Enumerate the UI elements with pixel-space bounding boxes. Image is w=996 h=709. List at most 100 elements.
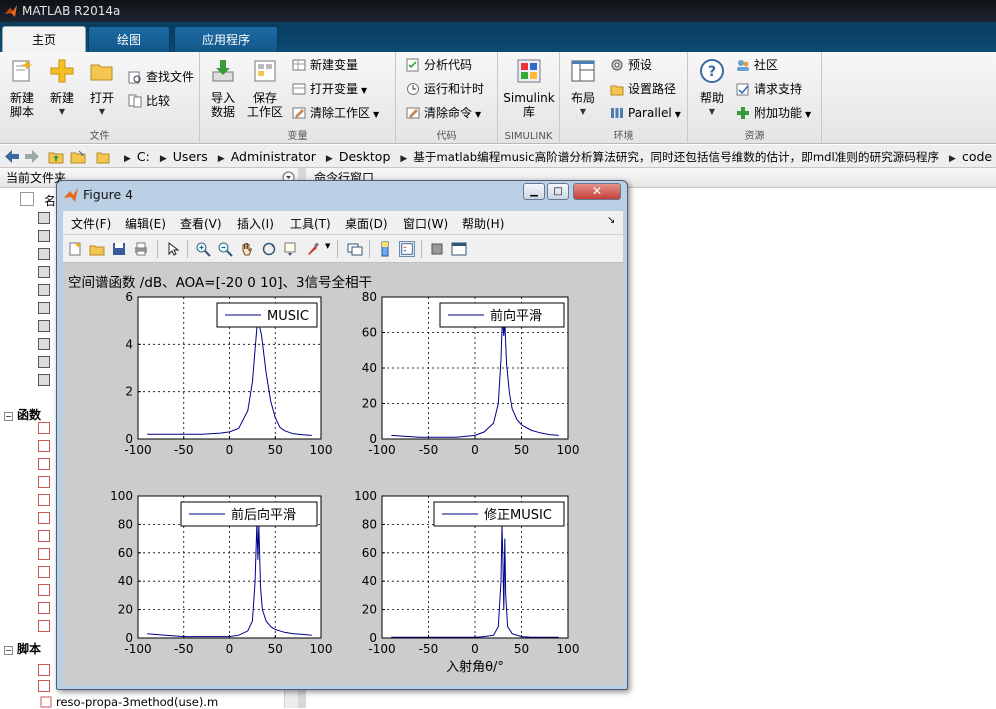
mat-file-icon[interactable] — [38, 230, 50, 242]
rotate-3d-icon[interactable] — [261, 241, 277, 257]
zoom-out-icon[interactable] — [217, 241, 233, 257]
find-files-button[interactable]: 查找文件 — [128, 68, 194, 86]
open-variable-button[interactable]: 打开变量 ▼ — [292, 80, 367, 98]
link-plot-icon[interactable] — [347, 241, 363, 257]
simulink-library-button[interactable]: Simulink 库 — [502, 58, 556, 119]
parallel-dropdown-icon[interactable]: ▼ — [675, 110, 681, 119]
back-arrow-icon[interactable] — [4, 149, 20, 164]
brush-icon[interactable] — [305, 241, 321, 257]
open-variable-dropdown-icon[interactable]: ▼ — [361, 86, 367, 95]
m-file-icon[interactable] — [38, 620, 50, 632]
pan-hand-icon[interactable] — [239, 241, 255, 257]
browse-folder-icon[interactable] — [70, 149, 86, 164]
new-figure-icon[interactable] — [67, 241, 83, 257]
open-button[interactable]: 打开 ▼ — [84, 58, 120, 119]
m-file-icon[interactable] — [38, 602, 50, 614]
breadcrumb-desktop[interactable]: Desktop — [339, 149, 391, 164]
mat-file-icon[interactable] — [38, 266, 50, 278]
add-ons-dropdown-icon[interactable]: ▼ — [805, 110, 811, 119]
m-file-icon[interactable] — [38, 476, 50, 488]
analyze-code-button[interactable]: 分析代码 — [406, 56, 472, 74]
help-button[interactable]: ? 帮助 ▼ — [694, 58, 730, 119]
m-file-icon[interactable] — [38, 664, 50, 676]
menu-window[interactable]: 窗口(W) — [403, 215, 448, 232]
m-file-icon[interactable] — [38, 584, 50, 596]
preferences-button[interactable]: 预设 — [610, 56, 652, 74]
m-file-icon[interactable] — [38, 458, 50, 470]
breadcrumb-users[interactable]: Users — [173, 149, 208, 164]
menu-tools[interactable]: 工具(T) — [290, 215, 331, 232]
compare-button[interactable]: 比较 — [128, 92, 170, 110]
mat-file-icon[interactable] — [38, 284, 50, 296]
mat-file-icon[interactable] — [38, 320, 50, 332]
tab-plots[interactable]: 绘图 — [88, 26, 170, 52]
folder-open-icon — [90, 64, 113, 81]
show-plot-tools-icon[interactable] — [451, 241, 467, 257]
menu-view[interactable]: 查看(V) — [180, 215, 222, 232]
new-script-button[interactable]: 新建 脚本 — [4, 58, 40, 119]
maximize-button[interactable]: □ — [547, 183, 569, 200]
breadcrumb-administrator[interactable]: Administrator — [231, 149, 316, 164]
m-file-icon[interactable] — [38, 440, 50, 452]
mat-file-icon[interactable] — [38, 302, 50, 314]
parallel-button[interactable]: Parallel ▼ — [610, 104, 681, 122]
legend-icon[interactable] — [399, 241, 415, 257]
tab-apps[interactable]: 应用程序 — [174, 26, 278, 52]
m-file-icon[interactable] — [38, 494, 50, 506]
mat-file-icon[interactable] — [38, 248, 50, 260]
forward-arrow-icon[interactable] — [24, 149, 40, 164]
close-button[interactable]: ✕ — [573, 183, 621, 200]
menu-help[interactable]: 帮助(H) — [462, 215, 504, 232]
minimize-button[interactable]: ▁ — [523, 183, 545, 200]
m-file-icon[interactable] — [38, 566, 50, 578]
m-file-icon[interactable] — [38, 530, 50, 542]
breadcrumb-code[interactable]: code — [962, 149, 992, 164]
clear-workspace-button[interactable]: 清除工作区 ▼ — [292, 104, 379, 122]
svg-text:?: ? — [708, 64, 716, 80]
clear-commands-dropdown-icon[interactable]: ▼ — [475, 110, 481, 119]
print-icon[interactable] — [133, 241, 149, 257]
name-column-header[interactable]: 名 — [44, 192, 56, 209]
menu-file[interactable]: 文件(F) — [71, 215, 111, 232]
file-list-item[interactable]: reso-propa-3method(use).m — [40, 695, 218, 709]
m-file-icon[interactable] — [38, 512, 50, 524]
new-button[interactable]: 新建 ▼ — [44, 58, 80, 119]
m-file-icon[interactable] — [38, 548, 50, 560]
zoom-in-icon[interactable] — [195, 241, 211, 257]
add-ons-button[interactable]: 附加功能 ▼ — [736, 104, 811, 122]
m-file-icon[interactable] — [38, 422, 50, 434]
clear-commands-button[interactable]: 清除命令 ▼ — [406, 104, 481, 122]
mat-file-icon[interactable] — [38, 374, 50, 386]
request-support-button[interactable]: 请求支持 — [736, 80, 802, 98]
breadcrumb-project[interactable]: 基于matlab编程music高阶谱分析算法研究，同时还包括信号维数的估计，即m… — [413, 150, 939, 164]
save-icon[interactable] — [111, 241, 127, 257]
tab-home[interactable]: 主页 — [2, 26, 86, 52]
menu-edit[interactable]: 编辑(E) — [125, 215, 166, 232]
pointer-icon[interactable] — [165, 241, 181, 257]
m-file-icon[interactable] — [38, 680, 50, 692]
functions-group-label[interactable]: − 函数 — [4, 406, 41, 423]
mat-file-icon[interactable] — [38, 356, 50, 368]
scripts-group-label[interactable]: − 脚本 — [4, 640, 41, 657]
save-workspace-button[interactable]: 保存 工作区 — [246, 58, 284, 119]
open-file-icon[interactable] — [89, 241, 105, 257]
brush-dropdown-icon[interactable]: ▼ — [325, 242, 330, 250]
set-path-button[interactable]: 设置路径 — [610, 80, 676, 98]
menu-desktop[interactable]: 桌面(D) — [345, 215, 388, 232]
mat-file-icon[interactable] — [38, 212, 50, 224]
run-and-time-button[interactable]: 运行和计时 — [406, 80, 484, 98]
mat-file-icon[interactable] — [38, 338, 50, 350]
colorbar-icon[interactable] — [377, 241, 393, 257]
up-folder-icon[interactable] — [48, 149, 64, 164]
layout-button[interactable]: 布局 ▼ — [564, 58, 602, 119]
community-button[interactable]: 社区 — [736, 56, 778, 74]
breadcrumb-c[interactable]: C: — [137, 149, 150, 164]
import-data-button[interactable]: 导入 数据 — [204, 58, 242, 119]
new-variable-button[interactable]: 新建变量 — [292, 56, 358, 74]
data-cursor-icon[interactable] — [283, 241, 299, 257]
menu-insert[interactable]: 插入(I) — [237, 215, 274, 232]
menubar-dock-arrow-icon[interactable]: ↘ — [607, 215, 615, 226]
root-folder-icon[interactable] — [96, 149, 110, 164]
clear-workspace-dropdown-icon[interactable]: ▼ — [373, 110, 379, 119]
hide-plot-tools-icon[interactable] — [429, 241, 445, 257]
